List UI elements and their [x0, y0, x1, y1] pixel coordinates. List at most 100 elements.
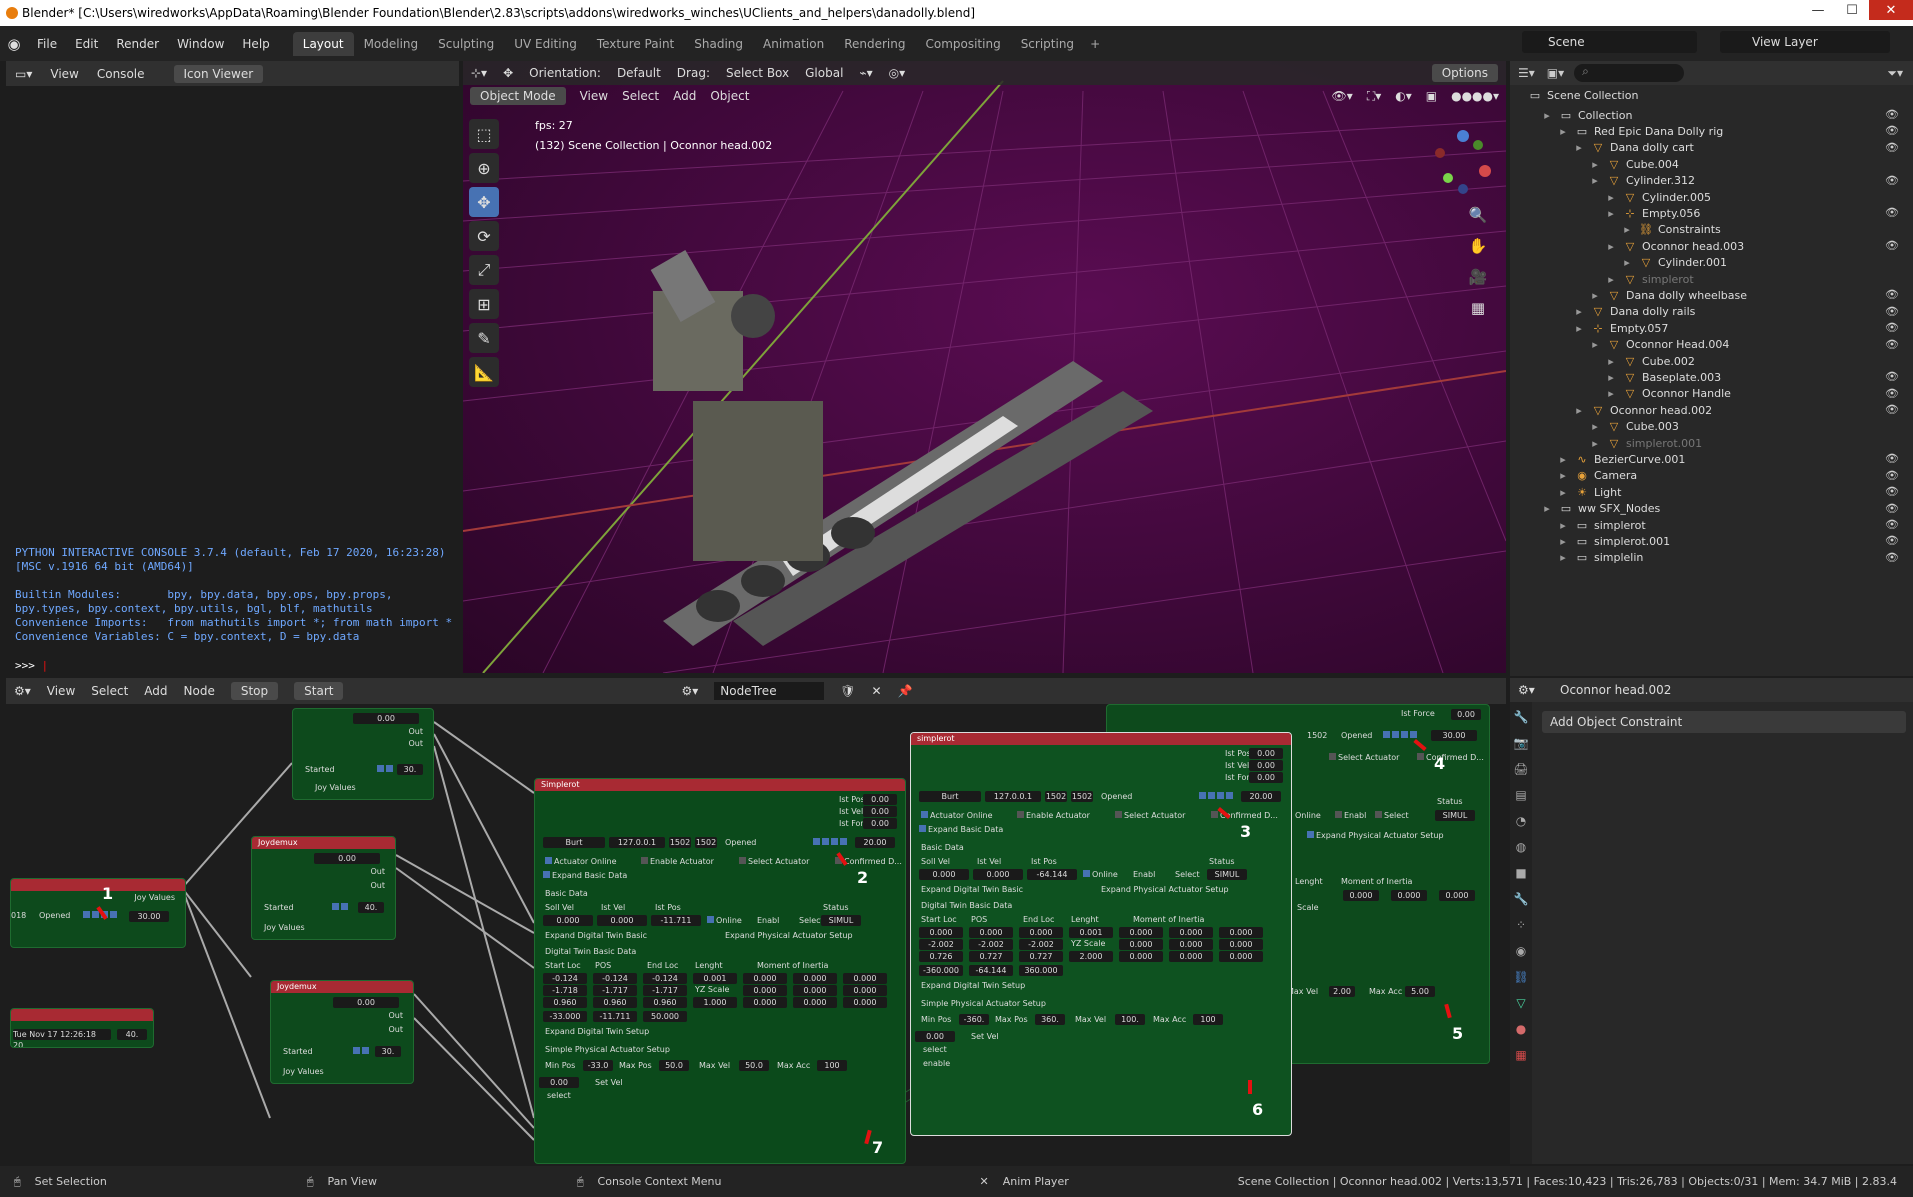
- digital-twin-value[interactable]: 0.000: [1119, 927, 1163, 938]
- display-mode-icon[interactable]: ▣▾: [1547, 66, 1564, 80]
- online-toggle[interactable]: Online: [707, 916, 742, 925]
- overlay-icon[interactable]: ◐▾: [1395, 89, 1412, 103]
- expand-toggle-icon[interactable]: ▸: [1556, 551, 1570, 565]
- digital-twin-value[interactable]: -2.002: [969, 939, 1013, 950]
- ne-menu-select[interactable]: Select: [91, 684, 128, 698]
- expand-toggle-icon[interactable]: ▸: [1604, 190, 1618, 204]
- digital-twin-value[interactable]: 0.000: [1219, 951, 1263, 962]
- expand-toggle-icon[interactable]: ▸: [1588, 338, 1602, 352]
- right-maxacc-value[interactable]: 5.00: [1405, 986, 1435, 997]
- expand-toggle-icon[interactable]: ▸: [1540, 108, 1554, 122]
- material-tab-icon[interactable]: ●: [1512, 1022, 1530, 1040]
- blender-menu-icon[interactable]: ◉: [0, 35, 28, 53]
- soll-vel-value[interactable]: 0.000: [543, 915, 593, 926]
- ip-field[interactable]: 127.0.0.1: [985, 791, 1041, 802]
- digital-twin-value[interactable]: 0.000: [1219, 939, 1263, 950]
- scale-tool-icon[interactable]: ⤢: [469, 255, 499, 285]
- fake-user-icon[interactable]: 🛡: [840, 684, 855, 698]
- expand-toggle-icon[interactable]: ▸: [1556, 518, 1570, 532]
- right-value-30[interactable]: 30.00: [1431, 730, 1477, 741]
- tab-sculpting[interactable]: Sculpting: [428, 32, 504, 56]
- digital-twin-value[interactable]: -0.124: [643, 973, 687, 984]
- visibility-eye-icon[interactable]: 👁: [1885, 502, 1899, 515]
- visibility-eye-icon[interactable]: 👁: [1885, 387, 1899, 400]
- gizmo-icon[interactable]: ⛶▾: [1367, 89, 1381, 104]
- tab-shading[interactable]: Shading: [684, 32, 753, 56]
- tab-layout[interactable]: Layout: [292, 31, 354, 56]
- digital-twin-value[interactable]: 0.000: [1169, 951, 1213, 962]
- cursor-tool-icon[interactable]: ⊕: [469, 153, 499, 183]
- modifier-tab-icon[interactable]: 🔧: [1512, 892, 1530, 910]
- digital-twin-value[interactable]: 0.000: [1119, 939, 1163, 950]
- console-menu-console[interactable]: Console: [97, 67, 145, 81]
- port-2-field[interactable]: 1502: [695, 837, 717, 848]
- node-tree-name[interactable]: NodeTree: [714, 682, 825, 700]
- expand-toggle-icon[interactable]: ▸: [1588, 420, 1602, 434]
- limit-max[interactable]: 360.000: [1019, 965, 1063, 976]
- expand-toggle-icon[interactable]: ▸: [1604, 387, 1618, 401]
- expand-toggle-icon[interactable]: ▸: [1556, 469, 1570, 483]
- ist-force-value[interactable]: 0.00: [863, 818, 897, 829]
- max-vel-value[interactable]: 100.: [1115, 1014, 1145, 1025]
- right-maxvel-value[interactable]: 2.00: [1329, 986, 1355, 997]
- view-layer-selector[interactable]: View Layer: [1720, 31, 1890, 53]
- soll-vel-value[interactable]: 0.000: [919, 869, 969, 880]
- view-layer-tab-icon[interactable]: ▤: [1512, 788, 1530, 806]
- value-20-field[interactable]: 20.00: [1241, 791, 1281, 802]
- simplerot-node-1[interactable]: Simplerot Ist Pos 0.00 Ist Vel 0.00 Ist Force…: [534, 778, 906, 1164]
- expand-toggle-icon[interactable]: ▸: [1604, 354, 1618, 368]
- filter-icon[interactable]: ⏷▾: [1887, 66, 1903, 81]
- properties-editor[interactable]: ⚙▾ Oconnor head.002 🔧 📷 🖨 ▤ ◔ ◍ ■ 🔧 ⁘ ◉ …: [1510, 678, 1913, 1164]
- texture-tab-icon[interactable]: ▦: [1512, 1048, 1530, 1066]
- digital-twin-value[interactable]: 0.726: [919, 951, 963, 962]
- digital-twin-value[interactable]: 0.000: [793, 985, 837, 996]
- host-name-field[interactable]: Burt: [919, 791, 981, 802]
- simul-field[interactable]: SIMUL: [1207, 869, 1247, 880]
- vp-menu-select[interactable]: Select: [622, 89, 659, 103]
- expand-toggle-icon[interactable]: ▸: [1540, 502, 1554, 516]
- actuator-option[interactable]: Enable Actuator: [1017, 811, 1090, 820]
- camera-view-icon[interactable]: 🎥: [1464, 263, 1492, 291]
- annotate-tool-icon[interactable]: ✎: [469, 323, 499, 353]
- joydemux-3-value[interactable]: 30.: [375, 1046, 401, 1057]
- object-mode-dropdown[interactable]: Object Mode: [470, 87, 566, 105]
- digital-twin-value[interactable]: 0.001: [1069, 927, 1113, 938]
- tab-scripting[interactable]: Scripting: [1011, 32, 1084, 56]
- digital-twin-value[interactable]: 0.000: [1169, 927, 1213, 938]
- outliner-editor-icon[interactable]: ☰▾: [1518, 66, 1535, 80]
- digital-twin-value[interactable]: 0.960: [593, 997, 637, 1008]
- digital-twin-value[interactable]: 0.000: [843, 985, 887, 996]
- ist-pos-value[interactable]: 0.00: [1249, 748, 1283, 759]
- expand-toggle-icon[interactable]: ▸: [1604, 272, 1618, 286]
- expand-toggle-icon[interactable]: ▸: [1572, 141, 1586, 155]
- zoom-icon[interactable]: 🔍: [1464, 201, 1492, 229]
- joydemux-2-value[interactable]: 40.: [358, 902, 384, 913]
- opened-checkboxes[interactable]: [1199, 792, 1235, 801]
- limit-min[interactable]: -360.000: [919, 965, 963, 976]
- ist-vel-value[interactable]: 0.00: [863, 806, 897, 817]
- right-moi-1[interactable]: 0.000: [1343, 890, 1379, 901]
- digital-twin-value[interactable]: -1.718: [543, 985, 587, 996]
- add-workspace-icon[interactable]: +: [1090, 37, 1100, 51]
- right-moi-2[interactable]: 0.000: [1391, 890, 1427, 901]
- render-tab-icon[interactable]: 📷: [1512, 736, 1530, 754]
- visibility-icon[interactable]: 👁▾: [1332, 89, 1353, 103]
- visibility-eye-icon[interactable]: 👁: [1885, 305, 1899, 318]
- limit-pos[interactable]: -11.711: [593, 1011, 637, 1022]
- scene-collection-row[interactable]: ▭ Scene Collection: [1528, 85, 1639, 105]
- orientation-dropdown[interactable]: Default: [617, 66, 661, 80]
- visibility-eye-icon[interactable]: 👁: [1885, 403, 1899, 416]
- digital-twin-value[interactable]: 0.727: [1019, 951, 1063, 962]
- expand-toggle-icon[interactable]: ▸: [1588, 157, 1602, 171]
- expand-toggle-icon[interactable]: ▸: [1620, 256, 1634, 270]
- visibility-eye-icon[interactable]: 👁: [1885, 288, 1899, 301]
- value-20-field[interactable]: 20.00: [855, 837, 895, 848]
- left-node-2-value[interactable]: 40.: [117, 1029, 147, 1040]
- digital-twin-value[interactable]: -1.717: [643, 985, 687, 996]
- options-dropdown[interactable]: Options: [1431, 64, 1498, 82]
- anim-player-close-icon[interactable]: ✕: [980, 1175, 989, 1188]
- snap-icon[interactable]: ⌁▾: [859, 66, 872, 80]
- ist-force-value[interactable]: 0.00: [1249, 772, 1283, 783]
- menu-edit[interactable]: Edit: [75, 37, 98, 51]
- visibility-eye-icon[interactable]: 👁: [1885, 338, 1899, 351]
